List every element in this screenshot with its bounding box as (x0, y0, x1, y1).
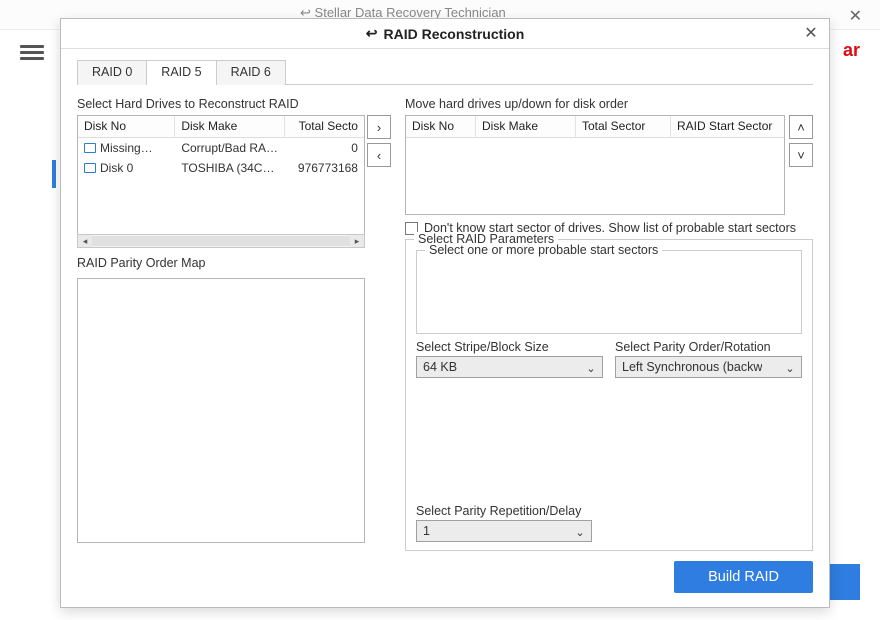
col-disk-no[interactable]: Disk No (406, 116, 476, 137)
chevron-down-icon: ⌄ (584, 361, 598, 375)
select-drives-label: Select Hard Drives to Reconstruct RAID (77, 97, 401, 111)
parity-order-map[interactable] (77, 278, 365, 543)
col-total-sector[interactable]: Total Secto (285, 116, 364, 137)
cell-total-sector: 976773168 (285, 159, 364, 177)
parity-delay-label: Select Parity Repetition/Delay (416, 504, 592, 518)
chevron-down-icon: ⌄ (573, 525, 587, 539)
col-disk-make[interactable]: Disk Make (175, 116, 284, 137)
tab-raid-0[interactable]: RAID 0 (77, 60, 147, 85)
cell-disk-no: Missing… (100, 141, 153, 155)
chevron-down-icon: ˅ (797, 148, 805, 163)
dialog-titlebar: ↩ RAID Reconstruction ✕ (61, 19, 829, 49)
chevron-down-icon: ⌄ (783, 361, 797, 375)
dialog-title: ↩ RAID Reconstruction (366, 25, 525, 42)
scroll-track[interactable] (92, 236, 350, 246)
sidebar-accent (52, 160, 56, 188)
stripe-size-label: Select Stripe/Block Size (416, 340, 603, 354)
build-raid-button[interactable]: Build RAID (674, 561, 813, 593)
hamburger-menu-button[interactable] (20, 42, 44, 60)
cell-total-sector: 0 (285, 139, 364, 157)
parity-map-label: RAID Parity Order Map (77, 256, 401, 270)
disk-icon (84, 143, 96, 153)
col-disk-make[interactable]: Disk Make (476, 116, 576, 137)
available-drive-row[interactable]: Missing… Corrupt/Bad RA… 0 (78, 138, 364, 158)
dialog-title-text: RAID Reconstruction (383, 26, 524, 42)
stripe-size-value: 64 KB (423, 360, 457, 374)
probable-start-sectors-group: Select one or more probable start sector… (416, 250, 802, 334)
parity-delay-value: 1 (423, 524, 430, 538)
raid-parameters-group: Select RAID Parameters Select one or mor… (405, 239, 813, 551)
dialog-close-button[interactable]: ✕ (801, 23, 821, 43)
scroll-left-button[interactable]: ◂ (78, 235, 92, 247)
raid-level-tabs: RAID 0 RAID 5 RAID 6 (77, 59, 813, 85)
raid-reconstruction-dialog: ↩ RAID Reconstruction ✕ RAID 0 RAID 5 RA… (60, 18, 830, 608)
cell-disk-no: Disk 0 (100, 161, 133, 175)
disk-order-label: Move hard drives up/down for disk order (405, 97, 813, 111)
col-disk-no[interactable]: Disk No (78, 116, 175, 137)
tab-raid-5[interactable]: RAID 5 (146, 60, 216, 85)
parent-close-button[interactable]: ✕ (849, 6, 862, 26)
parity-delay-select[interactable]: 1 ⌄ (416, 520, 592, 542)
dialog-footer: Build RAID (61, 551, 829, 607)
remove-drive-button[interactable]: ‹ (367, 143, 391, 167)
available-drive-row[interactable]: Disk 0 TOSHIBA (34CK… 976773168 (78, 158, 364, 178)
disk-icon (84, 163, 96, 173)
undo-icon: ↩ (366, 25, 378, 42)
selected-drives-body (406, 138, 784, 214)
available-drives-scrollbar[interactable]: ◂ ▸ (77, 234, 365, 248)
tab-raid-6[interactable]: RAID 6 (216, 60, 286, 85)
move-down-button[interactable]: ˅ (789, 143, 813, 167)
chevron-up-icon: ˄ (797, 120, 805, 135)
selected-drives-header: Disk No Disk Make Total Sector RAID Star… (406, 116, 784, 138)
parity-order-label: Select Parity Order/Rotation (615, 340, 802, 354)
cell-disk-make: Corrupt/Bad RA… (175, 139, 284, 157)
available-drives-grid[interactable]: Disk No Disk Make Total Secto Missing… C… (77, 115, 365, 235)
cell-disk-make: TOSHIBA (34CK… (175, 159, 284, 177)
stripe-size-select[interactable]: 64 KB ⌄ (416, 356, 603, 378)
move-up-button[interactable]: ˄ (789, 115, 813, 139)
chevron-left-icon: ‹ (377, 148, 381, 163)
parity-order-value: Left Synchronous (backward) (622, 360, 762, 374)
chevron-right-icon: › (377, 120, 381, 135)
brand-logo-fragment: ar (843, 40, 860, 61)
parity-order-select[interactable]: Left Synchronous (backward) ⌄ (615, 356, 802, 378)
col-raid-start-sector[interactable]: RAID Start Sector (671, 116, 784, 137)
col-total-sector[interactable]: Total Sector (576, 116, 671, 137)
add-drive-button[interactable]: › (367, 115, 391, 139)
available-drives-header: Disk No Disk Make Total Secto (78, 116, 364, 138)
scroll-right-button[interactable]: ▸ (350, 235, 364, 247)
probable-start-sectors-legend: Select one or more probable start sector… (425, 243, 662, 257)
selected-drives-grid[interactable]: Disk No Disk Make Total Sector RAID Star… (405, 115, 785, 215)
